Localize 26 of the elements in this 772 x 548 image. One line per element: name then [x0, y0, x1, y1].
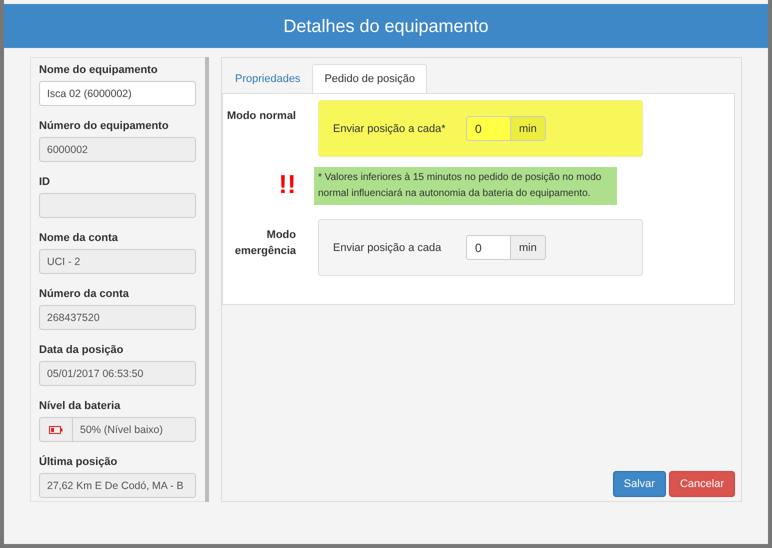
unit-addon: min [511, 116, 546, 141]
battery-icon [49, 426, 63, 434]
field-label: Data da posição [39, 343, 124, 357]
save-button[interactable]: Salvar [612, 471, 666, 497]
field-label: Última posição [39, 455, 118, 469]
window-title: Detalhes do equipamento [283, 16, 489, 36]
field-label: Número da conta [39, 287, 130, 301]
field-label: Enviar posição a cada* [333, 122, 447, 134]
tab[interactable]: Pedido de posição [312, 64, 427, 94]
field-label: Nível da bateria [39, 399, 122, 413]
mode-label: Modo emergência [234, 228, 296, 259]
field-label: Enviar posição a cada [333, 242, 442, 254]
mode-label: Modo normal [226, 109, 296, 124]
minutes-input[interactable]: 0 [466, 116, 511, 141]
warning-note: * Valores inferiores à 15 minutos no pedido de posição no modo normal influenciará na autonomia da bateria do equipamento. [314, 167, 617, 205]
field-label: Nome da conta [39, 231, 119, 245]
unit-addon: min [511, 235, 546, 260]
warning-marker: !! [278, 169, 296, 199]
cancel-button[interactable]: Cancelar [668, 471, 735, 497]
tab[interactable]: Propriedades [223, 64, 312, 94]
field-label: ID [39, 175, 51, 189]
field-label: Nome do equipamento [39, 63, 159, 77]
input-field[interactable]: Isca 02 (6000002) [39, 81, 196, 106]
minutes-input[interactable]: 0 [466, 235, 511, 260]
scrollbar[interactable] [205, 57, 209, 502]
field-label: Número do equipamento [39, 119, 170, 133]
